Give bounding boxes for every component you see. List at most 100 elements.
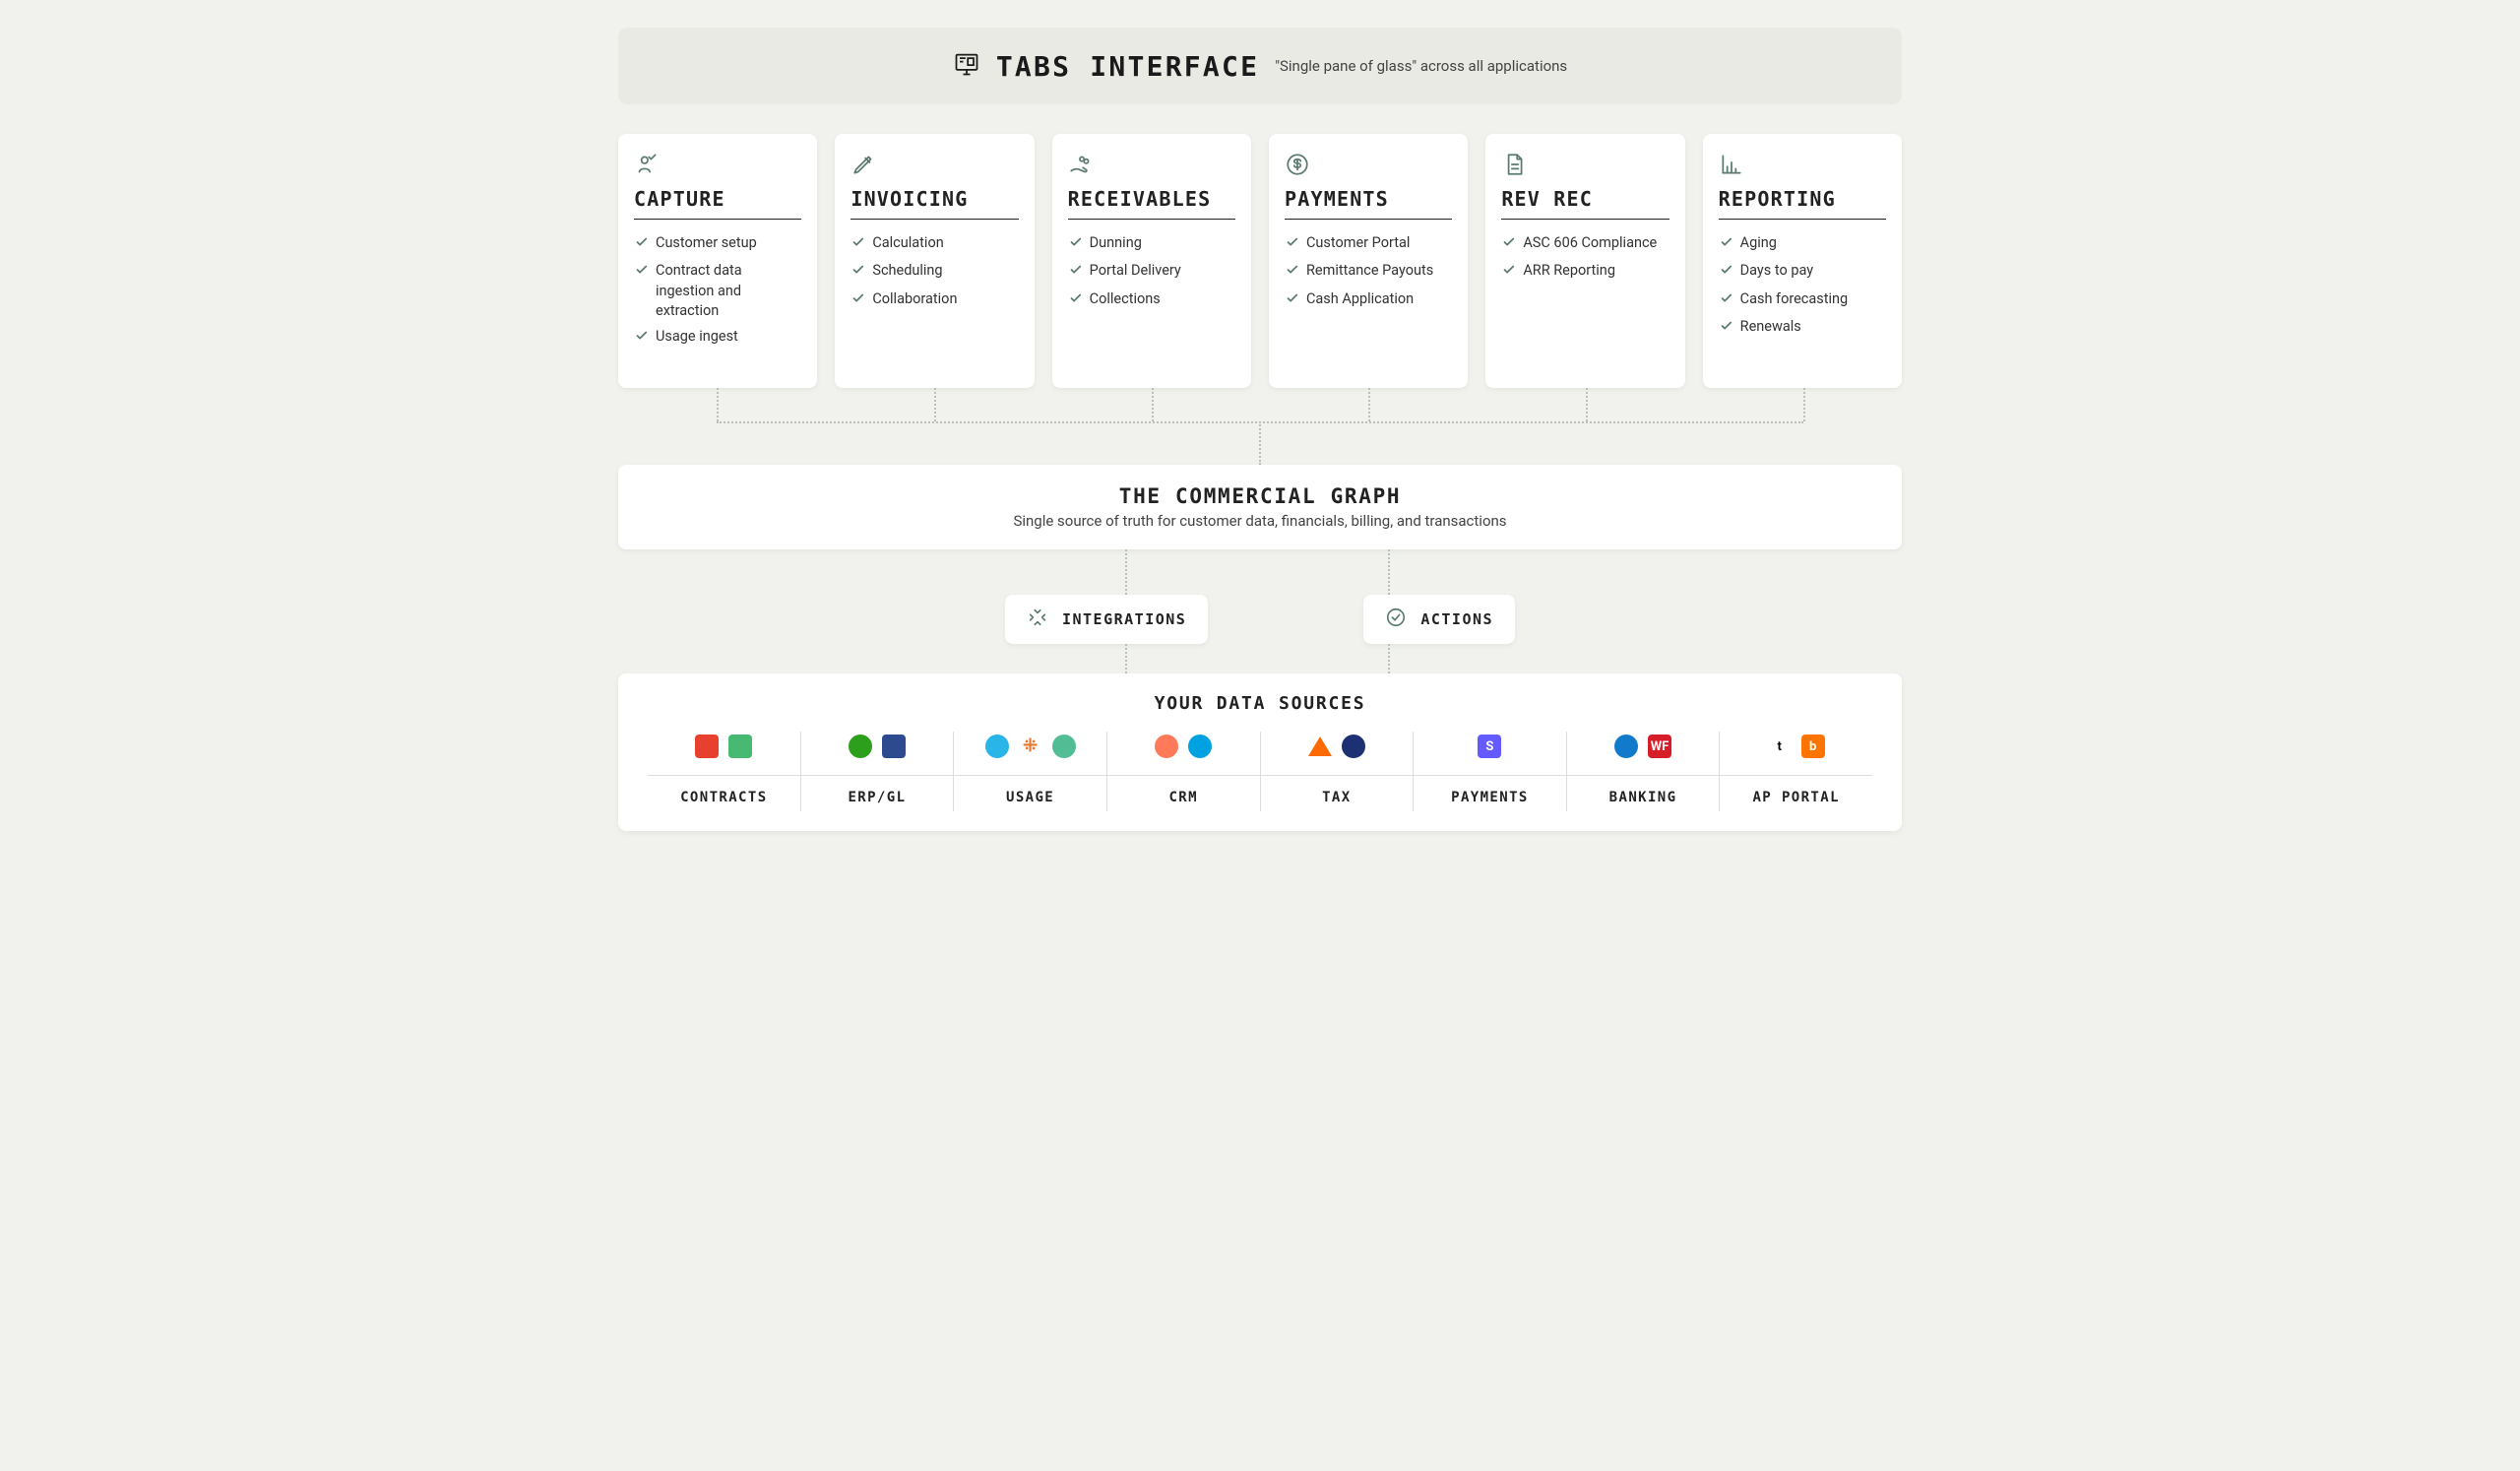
feature-item-text: Dunning: [1090, 233, 1142, 253]
feature-card-items: CalculationSchedulingCollaboration: [850, 233, 1018, 311]
feature-item-text: Aging: [1740, 233, 1777, 253]
data-source-logos: WF: [1614, 732, 1671, 761]
header-title: TABS INTERFACE: [996, 50, 1259, 83]
check-icon: [1719, 263, 1732, 283]
feature-item-text: Customer Portal: [1306, 233, 1410, 253]
feature-item-text: ARR Reporting: [1523, 261, 1615, 281]
feature-card-title: CAPTURE: [634, 187, 801, 220]
logo-salesforce: [1188, 735, 1212, 758]
data-source-column: S PAYMENTS: [1414, 732, 1567, 811]
integrations-label: INTEGRATIONS: [1062, 610, 1186, 628]
feature-item: Remittance Payouts: [1285, 261, 1452, 283]
hand-coins-icon: [1068, 152, 1235, 181]
data-source-column: ⁜USAGE: [954, 732, 1107, 811]
person-check-icon: [634, 152, 801, 181]
feature-card-reporting: REPORTING Aging Days to pay Cash forecastin…: [1703, 134, 1902, 388]
feature-item-text: Usage ingest: [656, 327, 738, 347]
feature-item-text: Scheduling: [872, 261, 942, 281]
bar-chart-icon: [1719, 152, 1886, 181]
data-source-column: WFBANKING: [1567, 732, 1721, 811]
logo-snowflake: [985, 735, 1009, 758]
data-source-logos: [695, 732, 752, 761]
logo-billcom: b: [1801, 735, 1825, 758]
data-source-label: TAX: [1261, 775, 1414, 805]
check-icon: [850, 263, 864, 283]
logo-wellsfargo: WF: [1648, 735, 1671, 758]
commercial-graph-card: THE COMMERCIAL GRAPH Single source of tr…: [618, 465, 1902, 549]
feature-item-text: Portal Delivery: [1090, 261, 1181, 281]
commercial-graph-title: THE COMMERCIAL GRAPH: [638, 484, 1882, 508]
data-source-column: TAX: [1261, 732, 1415, 811]
feature-item: ASC 606 Compliance: [1501, 233, 1669, 255]
check-icon: [1068, 263, 1082, 283]
feature-card-items: Customer Portal Remittance Payouts Cash Ap…: [1285, 233, 1452, 311]
logo-dealhub: [695, 735, 719, 758]
logo-avalara: [1308, 736, 1332, 756]
header-banner: TABS INTERFACE "Single pane of glass" ac…: [618, 28, 1902, 104]
feature-card-title: INVOICING: [850, 187, 1018, 220]
feature-item-text: Renewals: [1740, 317, 1801, 337]
feature-item-text: Days to pay: [1740, 261, 1814, 281]
data-source-label: CONTRACTS: [648, 775, 800, 805]
data-source-column: CRM: [1107, 732, 1261, 811]
header-subtitle: "Single pane of glass" across all applic…: [1275, 57, 1567, 75]
logo-tableau: ⁜: [1019, 735, 1042, 758]
feature-cards-row: CAPTURE Customer setup Contract data inges…: [618, 134, 1902, 388]
logo-anrok: [1342, 735, 1365, 758]
feature-card-payments: PAYMENTSCustomer PortalRemittance Payout…: [1269, 134, 1468, 388]
data-source-logos: S: [1478, 732, 1501, 761]
monitor-icon: [953, 50, 980, 82]
check-icon: [1719, 235, 1732, 255]
data-sources-row: CONTRACTSERP/GL⁜USAGECRMTAX S PAYMENTSWFBA…: [648, 732, 1872, 811]
diagram-page: TABS INTERFACE "Single pane of glass" ac…: [551, 0, 1969, 859]
feature-item-text: Customer setup: [656, 233, 757, 253]
feature-item: Dunning: [1068, 233, 1235, 255]
feature-item-text: Remittance Payouts: [1306, 261, 1433, 281]
check-icon: [1068, 235, 1082, 255]
logo-segment: [1052, 735, 1076, 758]
feature-item: ARR Reporting: [1501, 261, 1669, 283]
data-source-label: ERP/GL: [801, 775, 954, 805]
data-source-label: PAYMENTS: [1414, 775, 1566, 805]
feature-item-text: Cash Application: [1306, 289, 1414, 309]
feature-item: Collections: [1068, 289, 1235, 311]
feature-item: Usage ingest: [634, 327, 801, 349]
logo-quickbooks: [849, 735, 872, 758]
check-icon: [1285, 235, 1298, 255]
data-source-column: ERP/GL: [801, 732, 955, 811]
check-icon: [634, 329, 648, 349]
feature-card-capture: CAPTURE Customer setup Contract data inges…: [618, 134, 817, 388]
feature-item-text: Cash forecasting: [1740, 289, 1849, 309]
data-source-label: CRM: [1107, 775, 1260, 805]
logo-chase: [1614, 735, 1638, 758]
connector-pills-to-sources: [618, 644, 1902, 673]
feature-item: Days to pay: [1719, 261, 1886, 283]
feature-item-text: Calculation: [872, 233, 943, 253]
check-icon: [850, 235, 864, 255]
feature-item-text: Collections: [1090, 289, 1161, 309]
check-icon: [634, 263, 648, 283]
feature-item-text: ASC 606 Compliance: [1523, 233, 1657, 253]
pencil-icon: [850, 152, 1018, 181]
feature-item: Cash forecasting: [1719, 289, 1886, 311]
check-icon: [1285, 263, 1298, 283]
feature-card-title: REPORTING: [1719, 187, 1886, 220]
feature-item: Cash Application: [1285, 289, 1452, 311]
feature-item: Contract data ingestion and extraction: [634, 261, 801, 321]
data-sources-title: YOUR DATA SOURCES: [648, 693, 1872, 714]
feature-item-text: Contract data ingestion and extraction: [656, 261, 801, 321]
check-icon: [1719, 291, 1732, 311]
feature-card-invoicing: INVOICINGCalculationSchedulingCollaborat…: [835, 134, 1034, 388]
actions-label: ACTIONS: [1420, 610, 1493, 628]
logo-hubspot: [1155, 735, 1178, 758]
actions-pill: ACTIONS: [1363, 595, 1515, 644]
feature-item: Portal Delivery: [1068, 261, 1235, 283]
feature-card-items: Customer setup Contract data ingestion an…: [634, 233, 801, 349]
feature-item: Customer Portal: [1285, 233, 1452, 255]
feature-card-title: REV REC: [1501, 187, 1669, 220]
data-source-column: tbAP PORTAL: [1720, 732, 1872, 811]
integrations-pill: INTEGRATIONS: [1005, 595, 1208, 644]
data-source-logos: [1155, 732, 1212, 761]
check-icon: [1501, 235, 1515, 255]
connector-graph-to-pills: [618, 549, 1902, 595]
